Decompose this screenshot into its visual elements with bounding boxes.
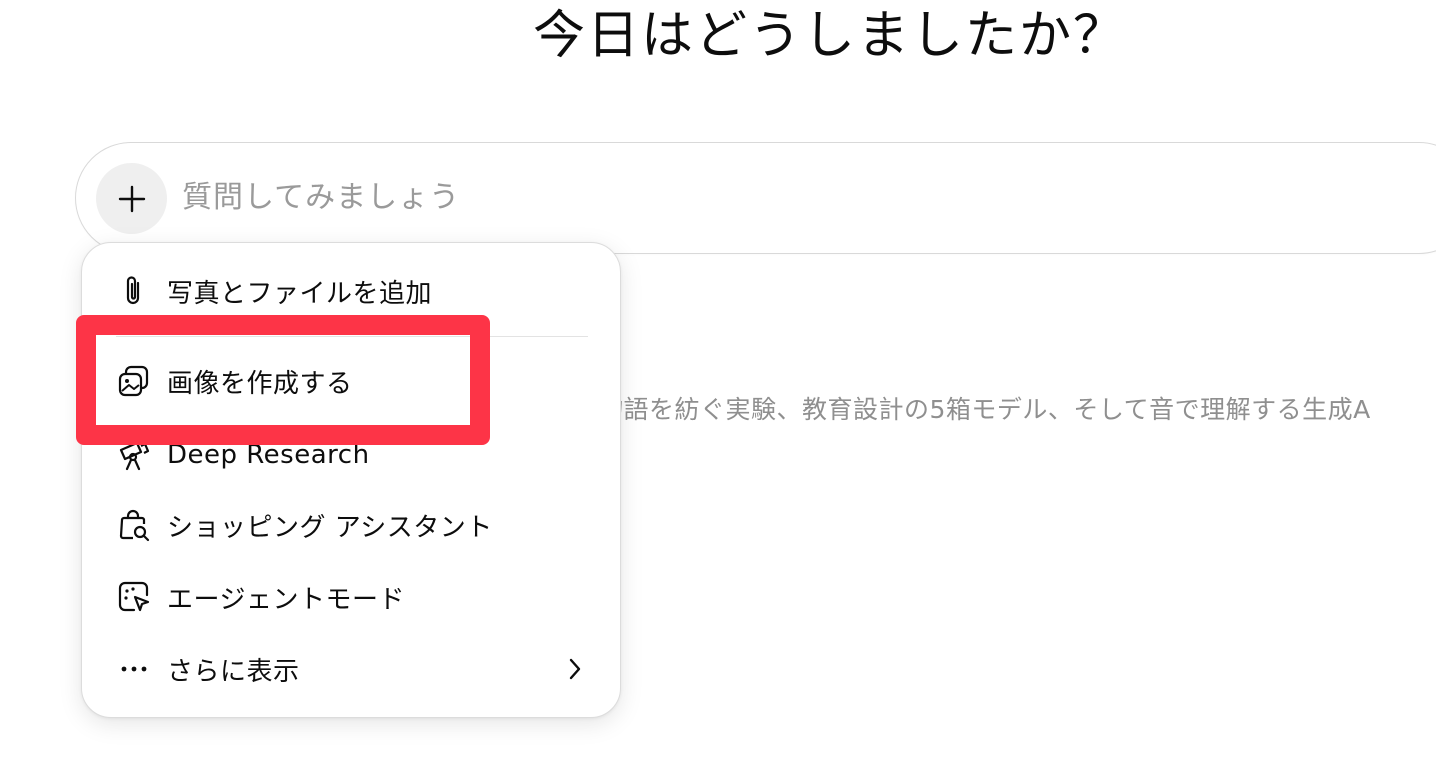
plus-icon — [117, 184, 147, 214]
add-attachment-button[interactable] — [96, 163, 167, 234]
menu-item-label: エージェントモード — [167, 584, 405, 615]
menu-item-shopping-assistant[interactable]: ショッピング アシスタント — [82, 497, 622, 553]
menu-divider — [116, 336, 588, 337]
menu-item-label: さらに表示 — [167, 656, 300, 687]
attachment-menu: 写真とファイルを追加 画像を作成する Deep Research ショッピング … — [81, 242, 621, 718]
menu-item-label: 画像を作成する — [167, 368, 353, 399]
menu-item-label: 写真とファイルを追加 — [167, 278, 433, 309]
image-create-icon — [116, 363, 152, 399]
menu-item-more[interactable]: さらに表示 — [82, 641, 622, 697]
chevron-right-icon — [564, 655, 586, 683]
menu-item-create-image[interactable]: 画像を作成する — [82, 353, 622, 409]
page: 今日はどうしましたか？ 物語を紡ぐ実験、教育設計の5箱モデル、そして音で理解する… — [0, 0, 1436, 774]
page-title: 今日はどうしましたか？ — [533, 6, 1128, 66]
background-suggestion-text: 物語を紡ぐ実験、教育設計の5箱モデル、そして音で理解する生成A — [598, 395, 1371, 424]
menu-item-deep-research[interactable]: Deep Research — [82, 427, 622, 483]
menu-item-add-files[interactable]: 写真とファイルを追加 — [82, 263, 622, 319]
shopping-bag-search-icon — [116, 507, 152, 543]
menu-item-label: Deep Research — [167, 440, 370, 470]
prompt-input[interactable] — [182, 174, 1382, 220]
paperclip-icon — [116, 273, 152, 309]
menu-item-label: ショッピング アシスタント — [167, 512, 493, 543]
menu-item-agent-mode[interactable]: エージェントモード — [82, 569, 622, 625]
more-dots-icon — [116, 651, 152, 687]
agent-cursor-icon — [116, 579, 152, 615]
telescope-icon — [116, 437, 152, 473]
